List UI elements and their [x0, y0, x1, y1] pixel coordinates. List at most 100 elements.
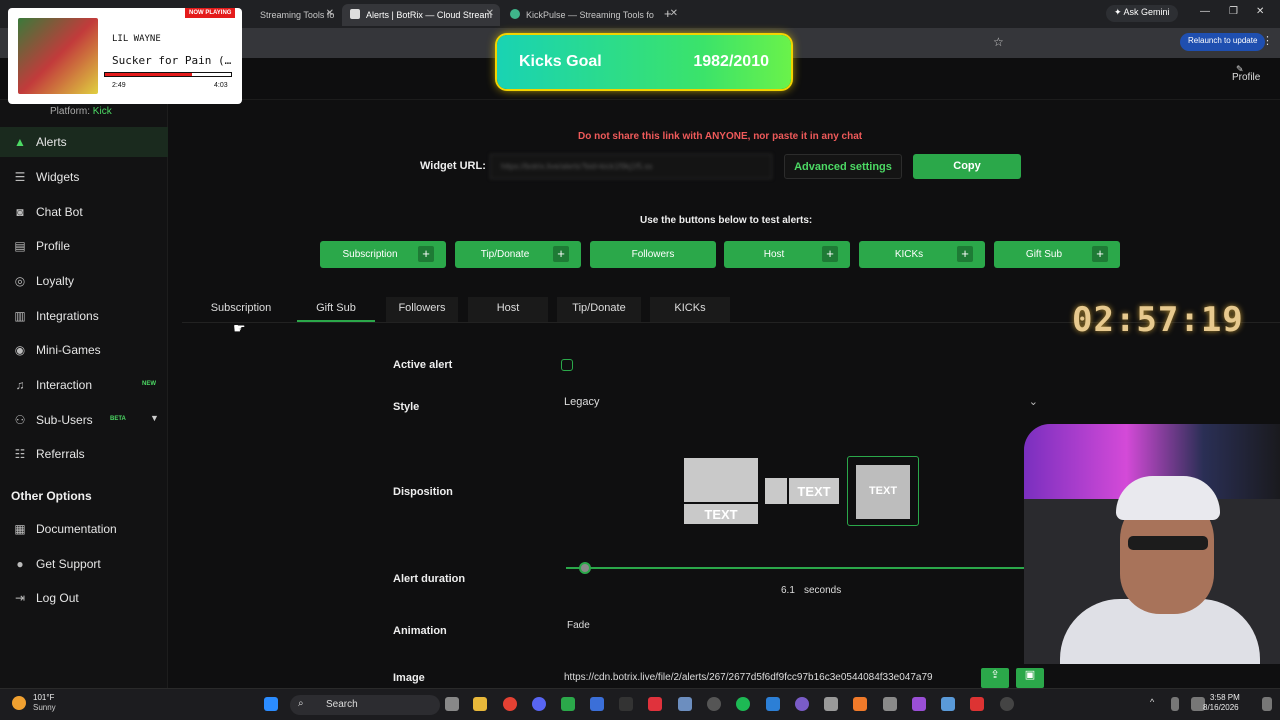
album-art — [18, 18, 98, 94]
minimize-icon[interactable]: — — [1200, 6, 1210, 17]
copy-button[interactable]: Copy — [913, 154, 1021, 179]
sidebar-item-documentation[interactable]: ▦ Documentation — [0, 514, 168, 544]
app-icon-2[interactable] — [824, 697, 838, 711]
app-icon-6[interactable] — [970, 697, 984, 711]
advanced-settings-button[interactable]: Advanced settings — [784, 154, 902, 179]
document-icon: ▦ — [14, 522, 26, 536]
taskbar-search[interactable]: ⌕ Search — [290, 695, 440, 715]
microphone-icon[interactable] — [1171, 697, 1179, 711]
sidebar-item-chat-bot[interactable]: ◙ Chat Bot — [0, 197, 168, 227]
clock-time: 3:58 PM — [1210, 693, 1240, 702]
restore-icon[interactable]: ❐ — [1229, 6, 1238, 17]
close-icon[interactable]: ✕ — [486, 8, 494, 19]
chevron-up-icon[interactable]: ^ — [1150, 697, 1154, 707]
sidebar-item-alerts[interactable]: ▲ Alerts — [0, 127, 168, 157]
sidebar-item-get-support[interactable]: ● Get Support — [0, 549, 168, 579]
image-placeholder-icon — [684, 458, 758, 502]
test-host-button[interactable]: Host + — [724, 241, 850, 268]
plus-icon: + — [418, 246, 434, 262]
test-subscription-button[interactable]: Subscription + — [320, 241, 446, 268]
style-select[interactable]: Legacy ⌄ — [560, 393, 1046, 413]
sidebar-item-mini-games[interactable]: ◉ Mini-Games — [0, 335, 168, 365]
image-placeholder-icon — [765, 478, 787, 504]
windows-start-icon[interactable] — [264, 697, 278, 711]
task-view-icon[interactable] — [445, 697, 459, 711]
upload-icon[interactable]: ⇪ — [981, 668, 1009, 688]
calculator-icon[interactable] — [678, 697, 692, 711]
sidebar-item-label: Chat Bot — [36, 205, 83, 219]
sidebar-item-referrals[interactable]: ☷ Referrals — [0, 439, 168, 469]
browser-tab-alerts-botrix[interactable]: Alerts | BotRix — Cloud Stream ✕ — [342, 4, 500, 26]
test-gift-sub-button[interactable]: Gift Sub + — [994, 241, 1120, 268]
tab-tip-donate[interactable]: Tip/Donate — [557, 297, 641, 322]
app-icon[interactable] — [590, 697, 604, 711]
gallery-icon[interactable]: ▣ — [1016, 668, 1044, 688]
adobe-icon[interactable] — [648, 697, 662, 711]
image-url-field[interactable]: https://cdn.botrix.live/file/2/alerts/26… — [560, 668, 980, 688]
relaunch-to-update-button[interactable]: Relaunch to update — [1180, 33, 1266, 51]
tab-subscription[interactable]: Subscription — [198, 297, 284, 322]
duration-slider-track[interactable] — [566, 567, 1026, 569]
new-tab-button[interactable]: + — [664, 6, 672, 21]
bookmark-star-icon[interactable]: ☆ — [993, 35, 1004, 49]
coins-icon: ◎ — [14, 274, 26, 288]
duration-value: 6.1 — [781, 585, 795, 596]
sidebar-item-profile[interactable]: ▤ Profile — [0, 231, 168, 261]
animation-select[interactable]: Fade — [567, 620, 590, 631]
sidebar-item-sub-users[interactable]: ⚇ Sub-Users BETA ▼ — [0, 405, 168, 435]
elapsed-time: 2:49 — [112, 82, 126, 89]
tab-kicks[interactable]: KICKs — [650, 297, 730, 322]
app-icon-5[interactable] — [912, 697, 926, 711]
chrome-icon[interactable] — [503, 697, 517, 711]
chevron-down-icon[interactable]: ▼ — [150, 413, 159, 423]
settings-icon[interactable] — [941, 697, 955, 711]
sidebar-item-log-out[interactable]: ⇥ Log Out — [0, 583, 168, 613]
disposition-option-image-top[interactable]: TEXT — [684, 456, 758, 526]
tab-followers[interactable]: Followers — [386, 297, 458, 322]
test-button-label: KICKs — [894, 249, 924, 260]
taskbar-search-label: Search — [326, 699, 358, 710]
sidebar-item-label: Integrations — [36, 309, 99, 323]
tab-gift-sub[interactable]: Gift Sub — [297, 297, 375, 322]
platform-label: Platform: — [50, 106, 91, 117]
vscode-icon[interactable] — [766, 697, 780, 711]
obs-icon[interactable] — [1000, 697, 1014, 711]
terminal-icon[interactable] — [619, 697, 633, 711]
discord-icon[interactable] — [532, 697, 546, 711]
close-icon[interactable]: ✕ — [326, 8, 334, 19]
app-icon-4[interactable] — [883, 697, 897, 711]
ask-gemini-button[interactable]: ✦ Ask Gemini — [1106, 5, 1178, 22]
browser-menu-icon[interactable]: ⋮ — [1262, 34, 1273, 47]
test-tip-donate-button[interactable]: Tip/Donate + — [455, 241, 581, 268]
app-icon-3[interactable] — [853, 697, 867, 711]
tab-label: Alerts | BotRix — Cloud Stream — [366, 10, 492, 20]
duration-slider-handle[interactable] — [579, 562, 591, 574]
sidebar-item-integrations[interactable]: ▥ Integrations — [0, 301, 168, 331]
test-alerts-hint: Use the buttons below to test alerts: — [640, 215, 813, 226]
sidebar-item-loyalty[interactable]: ◎ Loyalty — [0, 266, 168, 296]
sidebar-item-interaction[interactable]: ♫ Interaction NEW — [0, 370, 168, 400]
browser-tab-kickpulse[interactable]: KickPulse — Streaming Tools fo ✕ — [502, 4, 684, 26]
file-explorer-icon[interactable] — [473, 697, 487, 711]
test-followers-button[interactable]: Followers — [590, 241, 716, 268]
sidebar-item-label: Widgets — [36, 170, 80, 184]
tab-host[interactable]: Host — [468, 297, 548, 322]
sidebar-item-widgets[interactable]: ☰ Widgets — [0, 162, 168, 192]
notifications-icon[interactable] — [1262, 697, 1272, 711]
github-icon[interactable] — [795, 697, 809, 711]
window-close-icon[interactable]: ✕ — [1256, 6, 1264, 17]
test-kicks-button[interactable]: KICKs + — [859, 241, 985, 268]
active-alert-checkbox[interactable] — [561, 359, 573, 371]
disposition-option-image-left[interactable]: TEXT — [765, 456, 839, 526]
weather-description: Sunny — [33, 703, 56, 712]
logout-icon: ⇥ — [14, 591, 26, 605]
browser-tab-streaming-tools[interactable]: Streaming Tools fo ✕ — [236, 4, 340, 26]
disposition-option-text-overlay[interactable]: TEXT — [847, 456, 919, 526]
weather-temperature: 101°F — [33, 693, 55, 702]
disposition-text-sample: TEXT — [856, 465, 910, 519]
kick-icon[interactable] — [561, 697, 575, 711]
profile-link[interactable]: Profile — [1232, 72, 1260, 83]
app-hs-icon[interactable] — [707, 697, 721, 711]
widget-url-field[interactable]: https://botrix.live/alerts?bid=kick1f9kj… — [490, 154, 772, 179]
spotify-icon[interactable] — [736, 697, 750, 711]
